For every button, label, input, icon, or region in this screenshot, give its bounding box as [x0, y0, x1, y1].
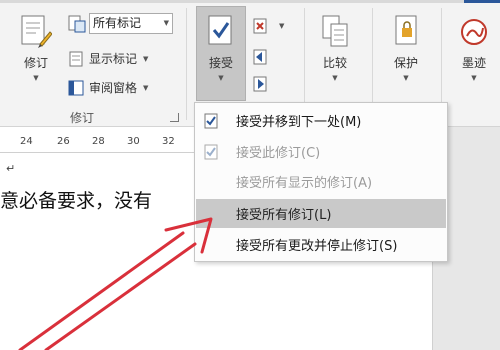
annotation-arrow — [18, 217, 213, 350]
annotation-arrow-overlay — [18, 217, 213, 350]
